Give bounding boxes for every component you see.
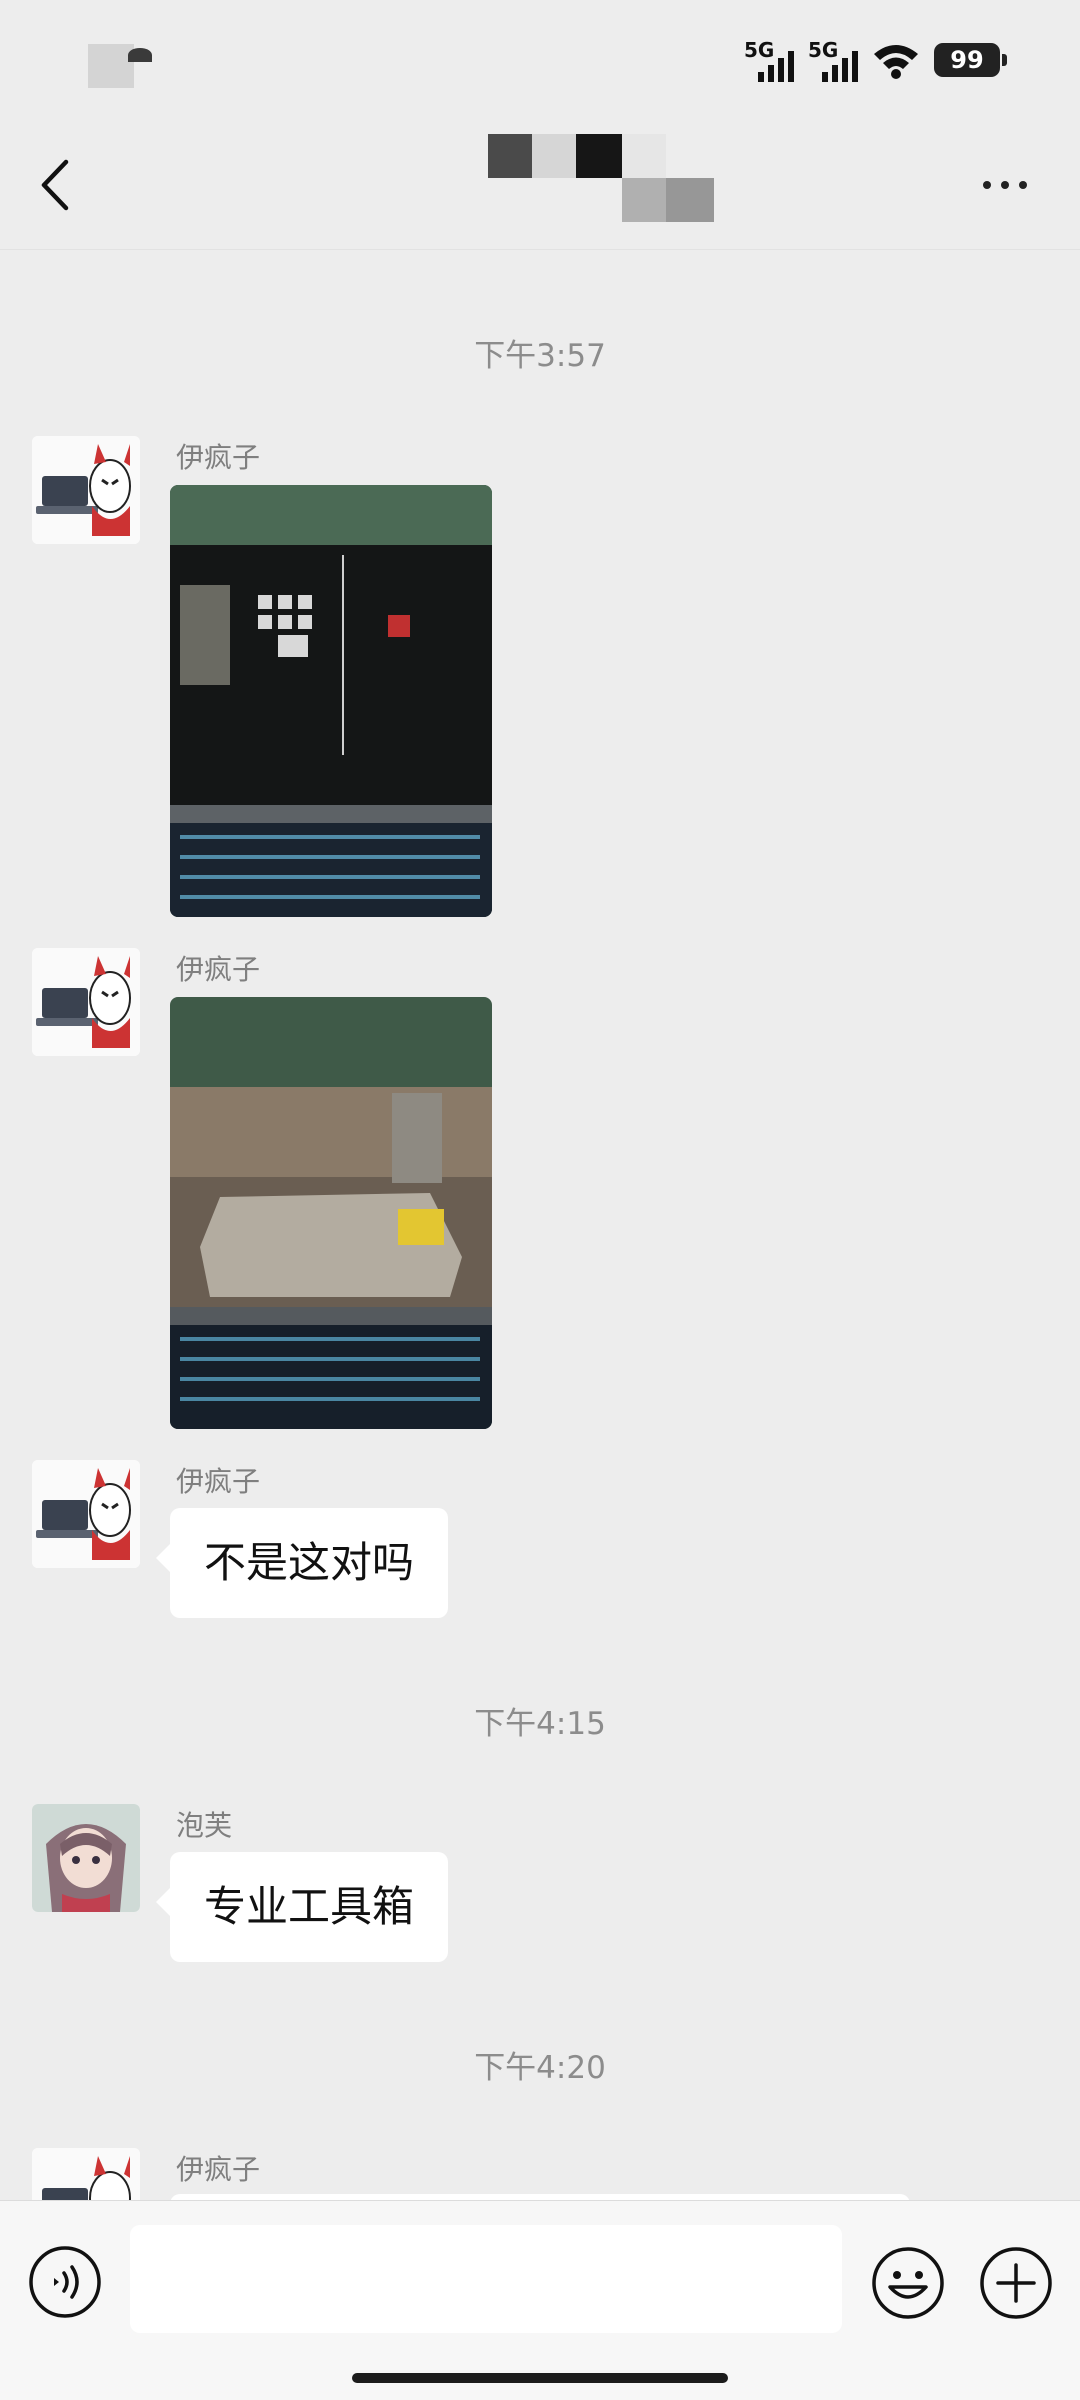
laptop-mask-avatar[interactable] [32,436,140,544]
wifi-icon [874,45,918,79]
laptop-mask-avatar[interactable] [32,2148,140,2200]
timestamp: 下午4:20 [474,2050,606,2086]
sender-name: 泡芙 [176,1809,233,1842]
emoji-icon[interactable] [870,2245,946,2321]
image-message-laptop-game-crate[interactable] [170,997,492,1429]
chat-title-redacted [488,134,714,222]
sender-name: 伊疯子 [176,953,261,986]
chevron-left-icon[interactable] [30,152,90,218]
home-indicator[interactable] [352,2373,728,2383]
image-message-laptop-inventory[interactable] [170,485,492,917]
battery-level: 99 [950,46,984,74]
signal-sim2-icon: 5G [808,38,858,82]
text-message-bubble[interactable]: 专业工具箱 [155,1852,449,1962]
laptop-mask-avatar[interactable] [32,1460,140,1568]
plus-icon[interactable] [978,2245,1054,2321]
sender-name: 伊疯子 [176,441,261,474]
text-message-bubble[interactable]: 不是这对吗 [155,1508,449,1618]
redacted-notification-icon [88,44,134,88]
laptop-mask-avatar[interactable] [32,948,140,1056]
sender-name: 伊疯子 [176,1465,261,1498]
anime-girl-avatar[interactable] [32,1804,140,1912]
message-input[interactable] [130,2225,842,2333]
signal-sim1-icon: 5G [744,38,794,82]
redacted-notification-icon-part [128,48,152,62]
status-bar: 5G 5G 99 [0,0,1080,120]
chat-header [0,120,1080,250]
sender-name: 伊疯子 [176,2153,261,2186]
voice-icon[interactable] [28,2245,102,2319]
timestamp: 下午4:15 [474,1706,606,1742]
timestamp: 下午3:57 [474,338,606,374]
battery-indicator: 99 [934,43,1007,77]
input-bar [0,2200,1080,2400]
more-dots-icon[interactable] [970,160,1040,210]
message-list[interactable]: 下午3:57 伊疯子 伊疯子 伊疯子 不是这对吗 下午4:15 泡芙 专业工具箱… [0,250,1080,2200]
